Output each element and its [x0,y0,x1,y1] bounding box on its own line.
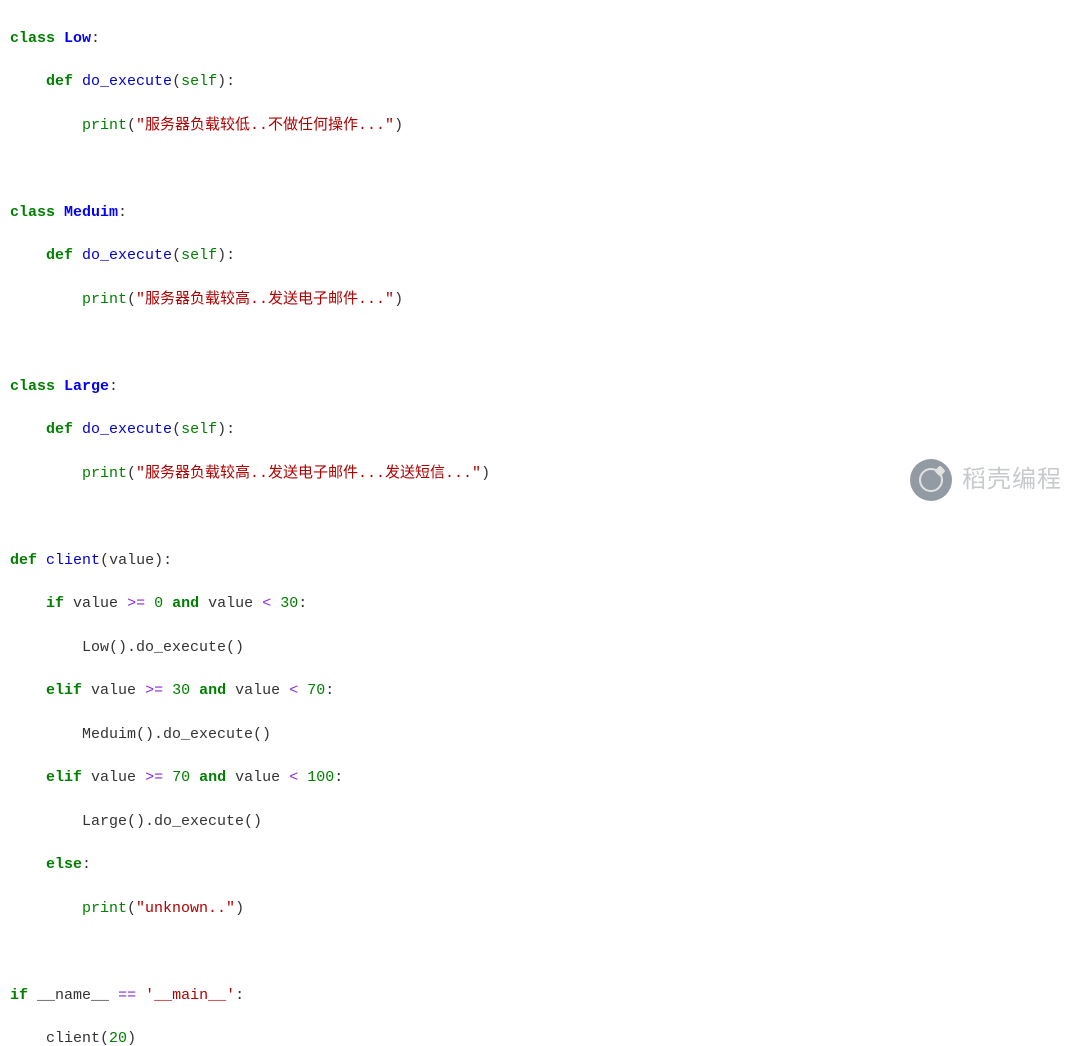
string-literal: "服务器负载较高..发送电子邮件..." [136,291,394,308]
watermark: 稻壳编程 [910,459,1062,501]
keyword-def: def [46,421,73,438]
colon: : [325,682,334,699]
paren: ) [394,291,403,308]
colon: : [334,769,343,786]
operator-lt: < [289,769,298,786]
paren: ) [154,552,163,569]
method-call: .do_execute() [154,726,271,743]
operator-lt: < [289,682,298,699]
class-name-large: Large [64,378,109,395]
keyword-class: class [10,378,55,395]
keyword-def: def [10,552,37,569]
paren: ( [172,247,181,264]
class-name-low: Low [64,30,91,47]
keyword-elif: elif [46,682,82,699]
paren: ( [100,552,109,569]
paren: ( [127,291,136,308]
paren: ) [217,421,226,438]
identifier: value [91,769,136,786]
operator-gte: >= [127,595,145,612]
paren: ( [172,73,181,90]
keyword-class: class [10,204,55,221]
function-name-client: client [46,552,100,569]
param-self: self [181,247,217,264]
keyword-and: and [199,769,226,786]
string-literal: '__main__' [145,987,235,1004]
colon: : [109,378,118,395]
watermark-text: 稻壳编程 [962,463,1062,498]
keyword-if: if [46,595,64,612]
keyword-def: def [46,73,73,90]
number-literal: 0 [154,595,163,612]
method-name: do_execute [82,421,172,438]
number-literal: 30 [172,682,190,699]
colon: : [91,30,100,47]
call-client: client [46,1030,100,1046]
call-expression: Large() [82,813,145,830]
string-literal: "unknown.." [136,900,235,917]
paren: ) [127,1030,136,1046]
paren: ) [481,465,490,482]
operator-gte: >= [145,769,163,786]
number-literal: 30 [280,595,298,612]
paren: ( [127,900,136,917]
keyword-class: class [10,30,55,47]
operator-lt: < [262,595,271,612]
colon: : [82,856,91,873]
paren: ( [127,465,136,482]
method-name: do_execute [82,247,172,264]
operator-gte: >= [145,682,163,699]
operator-eq: == [118,987,136,1004]
keyword-def: def [46,247,73,264]
method-call: .do_execute() [127,639,244,656]
param-self: self [181,73,217,90]
keyword-elif: elif [46,769,82,786]
identifier: value [235,769,280,786]
builtin-print: print [82,291,127,308]
colon: : [163,552,172,569]
number-literal: 20 [109,1030,127,1046]
identifier: value [235,682,280,699]
param-self: self [181,421,217,438]
call-expression: Low() [82,639,127,656]
watermark-logo-icon [910,459,952,501]
paren: ) [394,117,403,134]
paren: ( [172,421,181,438]
paren: ( [100,1030,109,1046]
paren: ) [217,247,226,264]
string-literal: "服务器负载较低..不做任何操作..." [136,117,394,134]
number-literal: 70 [307,682,325,699]
method-call: .do_execute() [145,813,262,830]
string-literal: "服务器负载较高..发送电子邮件...发送短信..." [136,465,481,482]
colon: : [226,421,235,438]
identifier: value [73,595,118,612]
builtin-print: print [82,117,127,134]
param-value: value [109,552,154,569]
colon: : [118,204,127,221]
colon: : [235,987,244,1004]
paren: ) [235,900,244,917]
paren: ) [217,73,226,90]
colon: : [298,595,307,612]
number-literal: 70 [172,769,190,786]
builtin-print: print [82,465,127,482]
keyword-if: if [10,987,28,1004]
name-dunder: __name__ [37,987,109,1004]
colon: : [226,73,235,90]
identifier: value [208,595,253,612]
code-block: class Low: def do_execute(self): print("… [10,6,1070,1046]
class-name-medium: Meduim [64,204,118,221]
identifier: value [91,682,136,699]
keyword-else: else [46,856,82,873]
method-name: do_execute [82,73,172,90]
number-literal: 100 [307,769,334,786]
colon: : [226,247,235,264]
builtin-print: print [82,900,127,917]
keyword-and: and [172,595,199,612]
call-expression: Meduim() [82,726,154,743]
keyword-and: and [199,682,226,699]
paren: ( [127,117,136,134]
